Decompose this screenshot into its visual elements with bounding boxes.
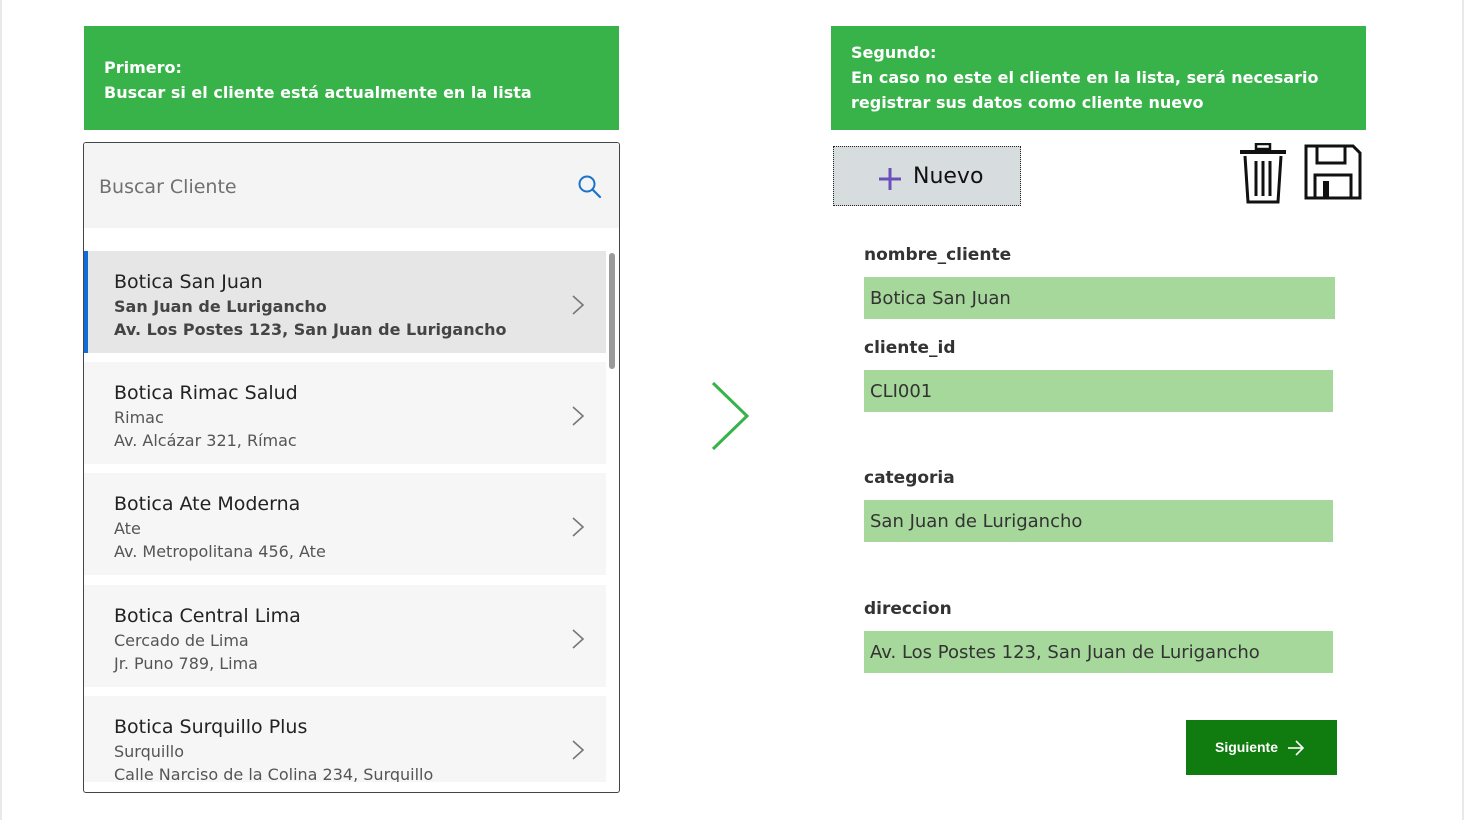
client-list: Botica San Juan San Juan de Lurigancho A… bbox=[84, 251, 606, 782]
arrow-right-icon bbox=[1288, 740, 1305, 756]
nombre-cliente-field[interactable] bbox=[864, 277, 1335, 319]
chevron-right-icon[interactable] bbox=[571, 739, 585, 761]
step-two-instruction-line1: En caso no este el cliente en la lista, … bbox=[851, 68, 1319, 87]
direccion-label: direccion bbox=[864, 599, 952, 619]
step-two-heading: Segundo: bbox=[851, 43, 937, 62]
new-client-label: Nuevo bbox=[913, 164, 984, 189]
client-district: Cercado de Lima bbox=[114, 631, 249, 650]
client-name: Botica Surquillo Plus bbox=[114, 716, 308, 738]
client-address: Calle Narciso de la Colina 234, Surquill… bbox=[114, 765, 434, 782]
direccion-field[interactable] bbox=[864, 631, 1333, 673]
client-name: Botica Central Lima bbox=[114, 605, 301, 627]
client-address: Av. Alcázar 321, Rímac bbox=[114, 431, 297, 450]
left-edge-divider bbox=[0, 0, 2, 820]
client-district: San Juan de Lurigancho bbox=[114, 297, 327, 316]
client-district: Rimac bbox=[114, 408, 164, 427]
client-name: Botica San Juan bbox=[114, 271, 263, 293]
new-client-button[interactable]: Nuevo bbox=[833, 146, 1021, 206]
client-name: Botica Ate Moderna bbox=[114, 493, 301, 515]
categoria-label: categoria bbox=[864, 468, 955, 488]
list-item[interactable]: Botica Central Lima Cercado de Lima Jr. … bbox=[84, 585, 606, 687]
chevron-right-icon[interactable] bbox=[571, 628, 585, 650]
client-gallery: Botica San Juan San Juan de Lurigancho A… bbox=[83, 142, 620, 793]
scrollbar-thumb[interactable] bbox=[609, 253, 615, 369]
categoria-field[interactable] bbox=[864, 500, 1333, 542]
nombre-cliente-label: nombre_cliente bbox=[864, 245, 1012, 265]
client-district: Ate bbox=[114, 519, 141, 538]
client-address: Av. Los Postes 123, San Juan de Luriganc… bbox=[114, 320, 507, 339]
client-address: Jr. Puno 789, Lima bbox=[114, 654, 258, 673]
step-one-banner: Primero: Buscar si el cliente está actua… bbox=[84, 26, 619, 130]
list-item[interactable]: Botica Ate Moderna Ate Av. Metropolitana… bbox=[84, 473, 606, 575]
step-one-heading: Primero: bbox=[104, 58, 182, 77]
chevron-right-icon[interactable] bbox=[571, 405, 585, 427]
search-icon[interactable] bbox=[577, 174, 603, 200]
plus-icon bbox=[879, 168, 901, 190]
list-item[interactable]: Botica Surquillo Plus Surquillo Calle Na… bbox=[84, 696, 606, 782]
chevron-right-icon[interactable] bbox=[571, 516, 585, 538]
client-district: Surquillo bbox=[114, 742, 185, 761]
step-two-instruction-line2: registrar sus datos como cliente nuevo bbox=[851, 93, 1204, 112]
step-one-instruction: Buscar si el cliente está actualmente en… bbox=[104, 83, 532, 102]
trash-icon[interactable] bbox=[1239, 143, 1287, 205]
list-item[interactable]: Botica Rimac Salud Rimac Av. Alcázar 321… bbox=[84, 362, 606, 464]
cliente-id-label: cliente_id bbox=[864, 338, 956, 358]
step-two-banner: Segundo: En caso no este el cliente en l… bbox=[831, 26, 1366, 130]
save-icon[interactable] bbox=[1303, 143, 1363, 201]
right-edge-divider bbox=[1462, 0, 1464, 820]
chevron-right-icon[interactable] bbox=[571, 294, 585, 316]
cliente-id-field[interactable] bbox=[864, 370, 1333, 412]
client-name: Botica Rimac Salud bbox=[114, 382, 298, 404]
search-input[interactable] bbox=[97, 173, 541, 201]
list-item[interactable]: Botica San Juan San Juan de Lurigancho A… bbox=[84, 251, 606, 353]
search-box bbox=[84, 143, 619, 228]
next-button-label: Siguiente bbox=[1215, 739, 1279, 755]
chevron-right-icon bbox=[711, 381, 750, 451]
next-button[interactable]: Siguiente bbox=[1186, 720, 1337, 775]
client-address: Av. Metropolitana 456, Ate bbox=[114, 542, 326, 561]
